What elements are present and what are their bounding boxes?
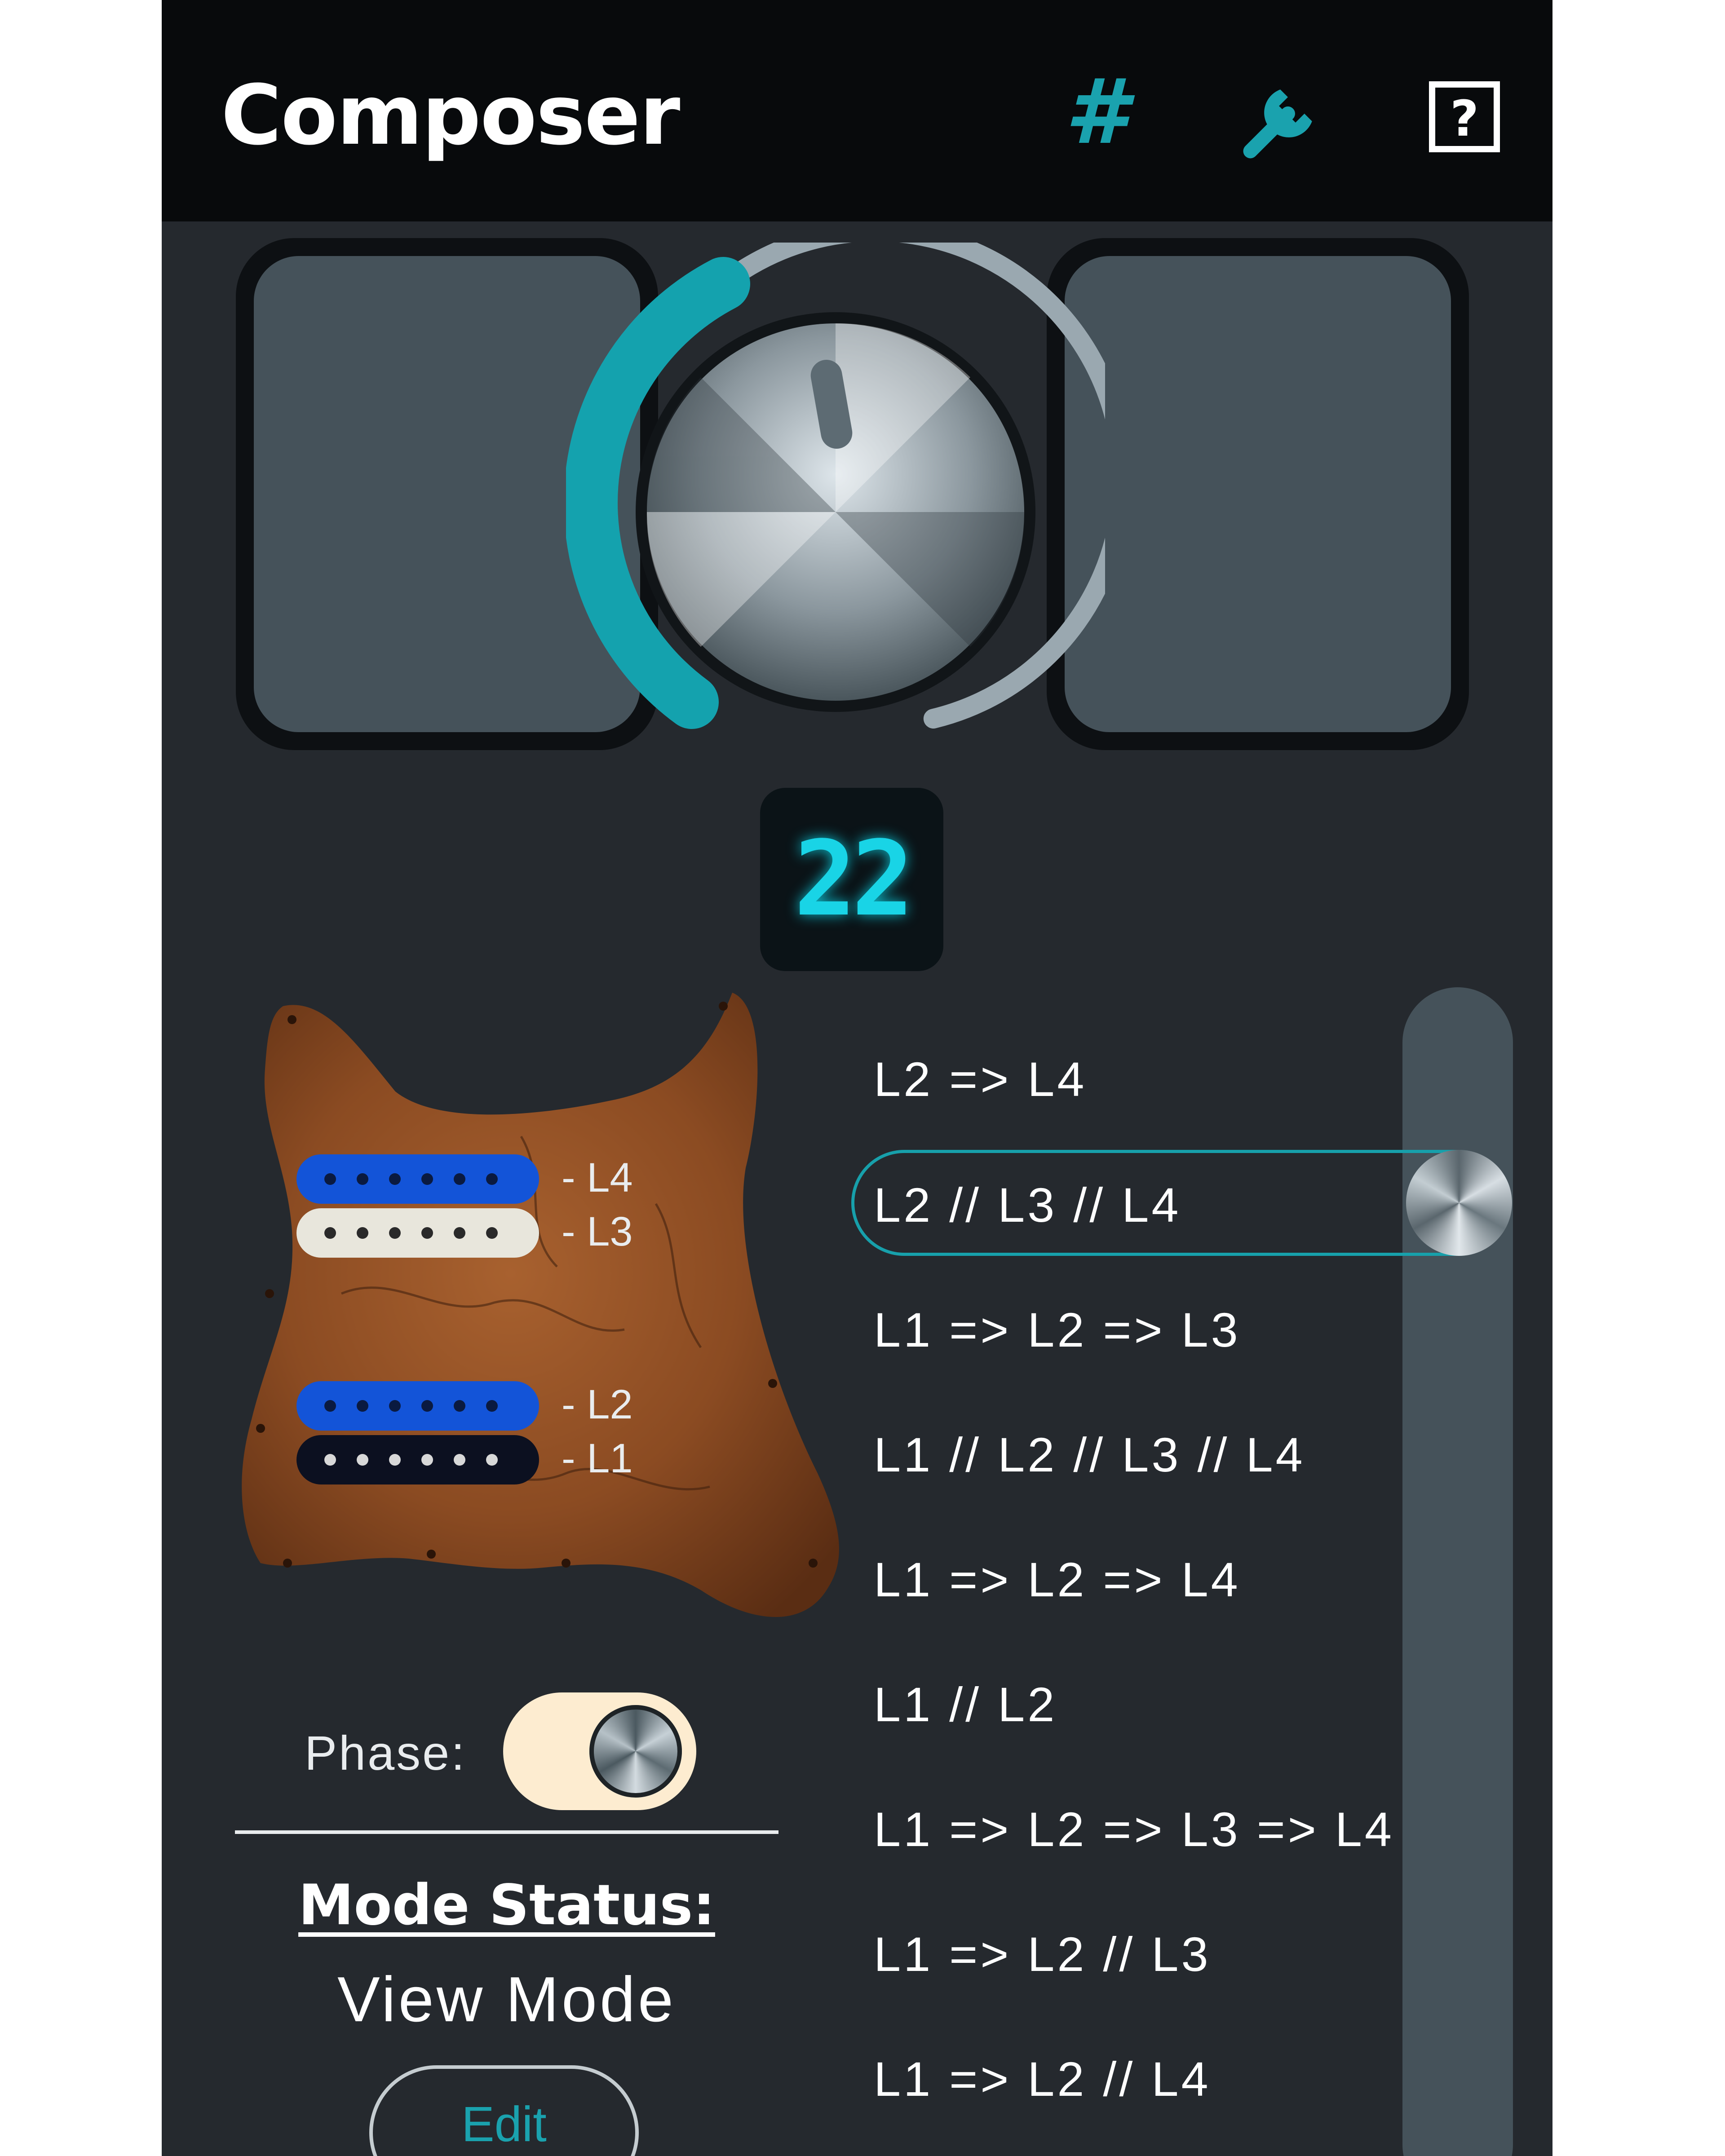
config-slider-thumb[interactable] bbox=[1406, 1150, 1512, 1256]
config-item[interactable]: L1 => L2 => L3 => L4 bbox=[874, 1801, 1394, 1857]
composer-screen: Composer # ? 22 - L4 - L3 - L2 - L1 Phas… bbox=[162, 0, 1552, 2156]
edit-button[interactable]: Edit bbox=[369, 2065, 639, 2156]
config-item[interactable]: L1 => L2 // L3 bbox=[874, 1926, 1211, 1982]
pickup-set bbox=[296, 1154, 539, 1484]
pickup-label-l3: - L3 bbox=[562, 1209, 633, 1255]
selector-knob[interactable] bbox=[564, 221, 1132, 782]
pickup-l4 bbox=[296, 1154, 539, 1204]
phase-toggle[interactable] bbox=[503, 1692, 696, 1810]
app-title: Composer bbox=[221, 67, 680, 163]
edit-button-label: Edit bbox=[461, 2097, 547, 2152]
position-value: 22 bbox=[794, 819, 914, 939]
app-bar: Composer # ? bbox=[162, 0, 1552, 221]
pickup-l3 bbox=[296, 1208, 539, 1258]
pickup-label-l1: - L1 bbox=[562, 1436, 633, 1481]
config-item[interactable]: L1 => L2 => L4 bbox=[874, 1551, 1241, 1608]
svg-text:?: ? bbox=[1450, 90, 1479, 147]
config-item[interactable]: L1 => L2 // L4 bbox=[874, 2051, 1211, 2107]
config-item[interactable]: L2 // L3 // L4 bbox=[874, 1177, 1181, 1233]
config-item[interactable]: L1 => L2 => L3 bbox=[874, 1302, 1241, 1358]
config-item[interactable]: L2 => L4 bbox=[874, 1051, 1087, 1107]
pickup-label-l2: - L2 bbox=[562, 1382, 633, 1427]
phase-label: Phase: bbox=[305, 1726, 467, 1780]
help-icon[interactable]: ? bbox=[1429, 81, 1500, 153]
position-display: 22 bbox=[760, 788, 943, 971]
mode-status-label: Mode Status: bbox=[298, 1873, 715, 1938]
divider bbox=[235, 1830, 778, 1834]
mode-status-value: View Mode bbox=[337, 1964, 676, 2035]
pickup-l1 bbox=[296, 1435, 539, 1484]
pickup-l2 bbox=[296, 1381, 539, 1431]
phase-toggle-knob bbox=[589, 1705, 682, 1798]
config-item[interactable]: L1 // L2 bbox=[874, 1676, 1057, 1732]
pickup-label-l4: - L4 bbox=[562, 1155, 633, 1201]
wrench-icon[interactable] bbox=[1231, 72, 1330, 171]
right-pad[interactable] bbox=[1047, 238, 1469, 750]
hash-icon[interactable]: # bbox=[1058, 67, 1134, 157]
config-item[interactable]: L1 // L2 // L3 // L4 bbox=[874, 1427, 1305, 1483]
